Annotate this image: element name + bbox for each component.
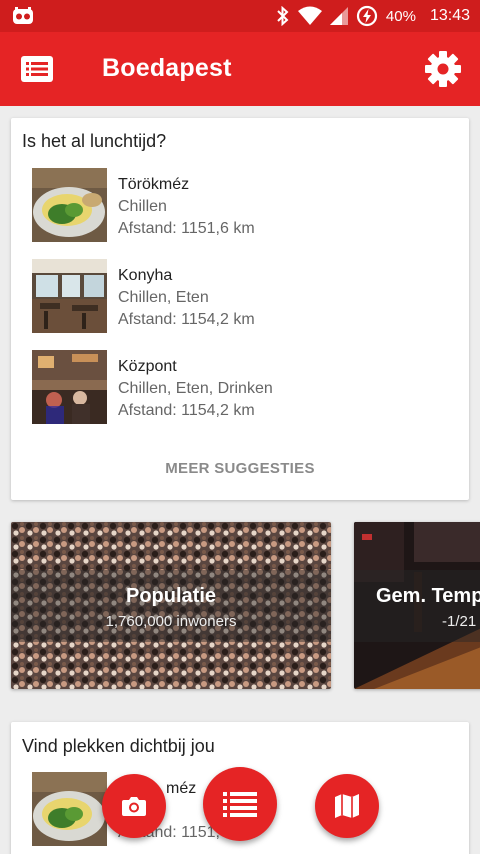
population-tile[interactable]: Populatie 1,760,000 inwoners (11, 522, 331, 689)
app-notification-icon (13, 7, 33, 24)
place-thumbnail (32, 168, 107, 242)
clock: 13:43 (429, 7, 470, 24)
place-thumbnail (32, 772, 107, 846)
suggestion-item[interactable]: Törökméz Chillen Afstand: 1151,6 km (32, 168, 452, 242)
lunch-suggestions-card: Is het al lunchtijd? Törökméz Chillen Af… (11, 118, 469, 500)
suggestion-item[interactable]: Központ Chillen, Eten, Drinken Afstand: … (32, 350, 452, 424)
bluetooth-icon (277, 6, 289, 26)
place-distance: Afstand: 1154,2 km (118, 402, 255, 419)
cell-signal-icon (329, 7, 348, 25)
page-title: Boedapest (102, 54, 232, 82)
battery-charging-icon (356, 5, 378, 27)
place-distance: Afstand: 1151,6 km (118, 220, 255, 237)
status-bar: 40% 13:43 (0, 0, 480, 32)
place-categories: Chillen (118, 198, 167, 215)
wifi-icon (297, 6, 322, 25)
temperature-tile[interactable]: Gem. Temp -1/21 (354, 522, 480, 689)
map-icon (335, 794, 359, 818)
lunch-card-title: Is het al lunchtijd? (22, 131, 167, 151)
temperature-value: -1/21 (442, 613, 477, 630)
place-name: Törökméz (118, 176, 190, 193)
population-value: 1,760,000 inwoners (105, 613, 237, 630)
list-view-button[interactable] (203, 767, 277, 841)
place-name: Konyha (118, 267, 173, 284)
menu-list-button[interactable] (20, 54, 54, 84)
list-icon (223, 792, 257, 817)
suggestion-item[interactable]: Konyha Chillen, Eten Afstand: 1154,2 km (32, 259, 452, 333)
more-suggestions-button[interactable]: MEER SUGGESTIES (11, 460, 469, 477)
nearby-card-title: Vind plekken dichtbij jou (22, 736, 215, 756)
gear-icon[interactable] (424, 50, 462, 88)
camera-button[interactable] (102, 774, 166, 838)
place-distance: Afstand: 1154,2 km (118, 311, 255, 328)
battery-level: 40% (385, 7, 416, 25)
place-name: Központ (118, 358, 177, 375)
place-thumbnail (32, 350, 107, 424)
camera-icon (122, 797, 146, 816)
temperature-title: Gem. Temp (376, 585, 480, 607)
map-button[interactable] (315, 774, 379, 838)
population-title: Populatie (125, 585, 216, 607)
app-bar: Boedapest (0, 32, 480, 106)
place-thumbnail (32, 259, 107, 333)
place-categories: Chillen, Eten, Drinken (118, 380, 273, 397)
place-categories: Chillen, Eten (118, 289, 209, 306)
